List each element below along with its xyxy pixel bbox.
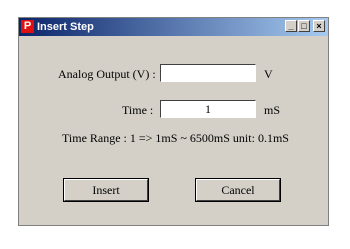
- cancel-button[interactable]: Cancel: [195, 178, 281, 202]
- insert-button[interactable]: Insert: [63, 178, 149, 202]
- minimize-button[interactable]: _: [285, 20, 297, 32]
- window-title: Insert Step: [37, 21, 94, 33]
- time-input[interactable]: 1: [160, 100, 256, 118]
- analog-output-input[interactable]: [160, 64, 256, 82]
- title-bar[interactable]: P Insert Step _ □ ×: [19, 18, 328, 36]
- insert-step-dialog: P Insert Step _ □ × Analog Output (V) : …: [18, 17, 329, 226]
- time-label: Time :: [122, 103, 154, 117]
- close-button[interactable]: ×: [313, 20, 325, 32]
- maximize-button[interactable]: □: [298, 20, 310, 32]
- time-unit: mS: [264, 103, 281, 117]
- analog-output-label: Analog Output (V) :: [58, 67, 156, 81]
- time-range-text: Time Range : 1 => 1mS ~ 6500mS unit: 0.1…: [62, 131, 289, 145]
- analog-output-unit: V: [264, 67, 273, 81]
- app-icon: P: [21, 20, 34, 33]
